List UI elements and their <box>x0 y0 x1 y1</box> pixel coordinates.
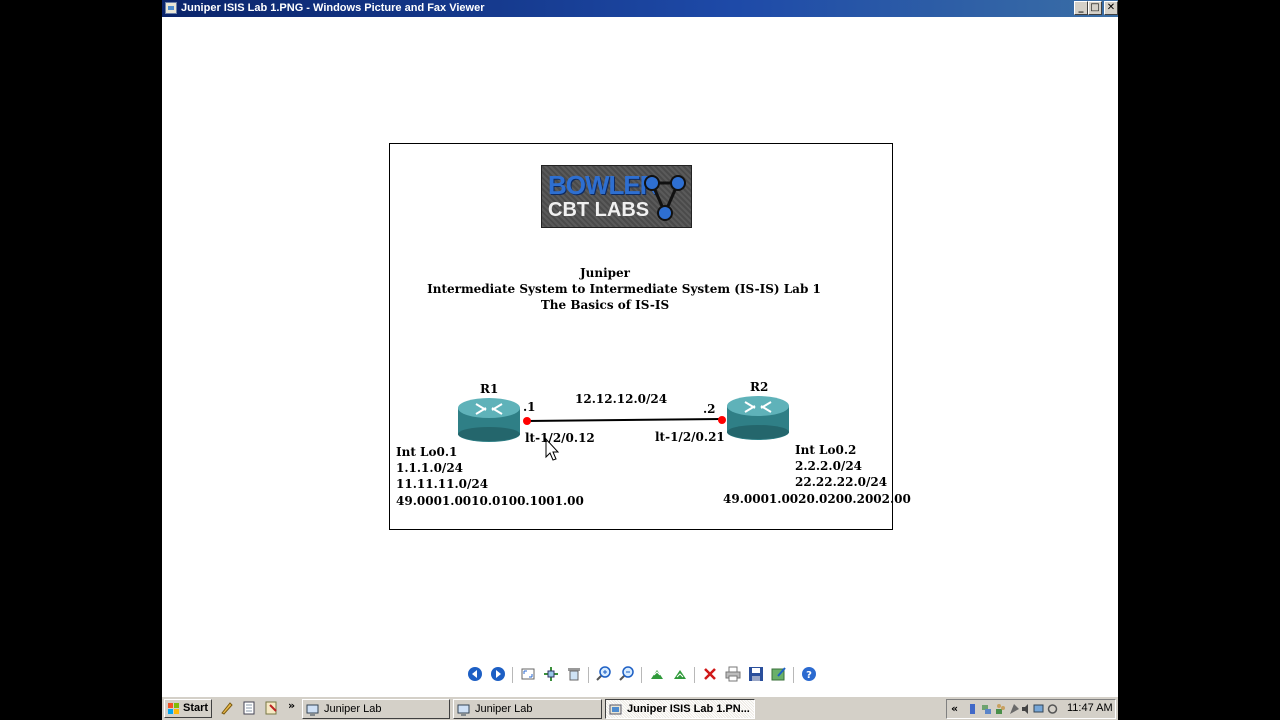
next-image-icon[interactable] <box>490 666 506 682</box>
r1-address-2: 11.11.11.0/24 <box>396 477 489 491</box>
save-icon[interactable] <box>748 666 764 682</box>
r1-host-id: .1 <box>523 400 536 414</box>
r1-name: R1 <box>480 382 499 396</box>
r1-interface-label: lt-1/2/0.12 <box>525 431 595 445</box>
r2-net-address: 49.0001.0020.0200.2002.00 <box>723 492 911 506</box>
tray-volume-icon[interactable] <box>1021 703 1032 715</box>
edit-icon[interactable] <box>771 666 787 682</box>
windows-logo-icon <box>168 703 179 714</box>
r2-interface-label: lt-1/2/0.21 <box>655 430 725 444</box>
rotate-counterclockwise-icon[interactable] <box>672 666 688 682</box>
taskbar-clock[interactable]: 11:47 AM <box>1067 702 1113 714</box>
svg-text:?: ? <box>806 670 812 681</box>
r2-address-2: 22.22.22.0/24 <box>795 475 888 489</box>
taskbar-item-picture-viewer[interactable]: Juniper ISIS Lab 1.PN... <box>605 699 755 719</box>
r2-address-1: 2.2.2.0/24 <box>795 459 863 473</box>
start-button[interactable]: Start <box>164 699 212 718</box>
toolbar-separator <box>512 667 513 683</box>
quick-launch-wordpad-icon[interactable] <box>264 701 278 715</box>
best-fit-icon[interactable] <box>520 666 536 682</box>
window-title: Juniper ISIS Lab 1.PNG - Windows Picture… <box>181 2 485 14</box>
quick-launch-paint-icon[interactable] <box>220 701 234 715</box>
r2-name: R2 <box>750 380 769 394</box>
title-bar[interactable]: Juniper ISIS Lab 1.PNG - Windows Picture… <box>162 0 1118 17</box>
rotate-clockwise-icon[interactable] <box>649 666 665 682</box>
taskbar-item-label: Juniper Lab <box>324 703 382 715</box>
r1-address-1: 1.1.1.0/24 <box>396 461 464 475</box>
r2-loopback-label: Int Lo0.2 <box>795 443 857 457</box>
taskbar: Start » Juniper Lab Juniper Lab Juniper … <box>162 696 1118 720</box>
delete-icon[interactable] <box>702 666 718 682</box>
maximize-button[interactable]: □ <box>1088 1 1102 15</box>
tray-sync-icon[interactable] <box>1047 703 1058 715</box>
actual-size-icon[interactable] <box>543 666 559 682</box>
taskbar-item-label: Juniper ISIS Lab 1.PN... <box>627 703 750 715</box>
tray-shield-icon[interactable] <box>1009 703 1020 715</box>
system-tray: « 11:47 AM <box>946 699 1116 719</box>
tray-users-icon[interactable] <box>995 703 1006 715</box>
r2-host-id: .2 <box>703 402 716 416</box>
r1-loopback-label: Int Lo0.1 <box>396 445 458 459</box>
toolbar-separator <box>588 667 589 683</box>
router-r1-icon <box>458 398 520 442</box>
close-button[interactable]: ✕ <box>1104 1 1118 15</box>
taskbar-item-juniper-lab-1[interactable]: Juniper Lab <box>302 699 450 719</box>
zoom-in-icon[interactable] <box>596 666 612 682</box>
r1-interface-dot <box>523 417 531 425</box>
toolbar-separator <box>694 667 695 683</box>
picture-viewer-icon <box>609 704 622 715</box>
link-subnet: 12.12.12.0/24 <box>575 392 668 406</box>
minimize-button[interactable]: _ <box>1074 1 1088 15</box>
remote-desktop-icon <box>306 704 319 716</box>
help-icon[interactable]: ? <box>801 666 817 682</box>
r1-net-address: 49.0001.0010.0100.1001.00 <box>396 494 584 508</box>
previous-image-icon[interactable] <box>467 666 483 682</box>
taskbar-item-label: Juniper Lab <box>475 703 533 715</box>
tray-monitor-icon[interactable] <box>1033 703 1044 715</box>
start-label: Start <box>183 702 209 714</box>
picture-viewer-window: Juniper ISIS Lab 1.PNG - Windows Picture… <box>162 0 1118 720</box>
toolbar-separator <box>641 667 642 683</box>
slideshow-icon[interactable] <box>566 666 582 682</box>
tray-network-icon[interactable] <box>981 703 992 715</box>
picture-viewer-app-icon[interactable] <box>165 2 177 14</box>
toolbar-separator <box>793 667 794 683</box>
quick-launch-notepad-icon[interactable] <box>242 701 256 715</box>
taskbar-item-juniper-lab-2[interactable]: Juniper Lab <box>453 699 602 719</box>
image-viewport: BOWLER CBT LABS Juniper Intermediate Sys… <box>162 17 1118 662</box>
print-icon[interactable] <box>725 666 741 682</box>
router-r2-icon <box>727 396 789 440</box>
zoom-out-icon[interactable] <box>619 666 635 682</box>
tray-usb-icon[interactable] <box>967 703 978 715</box>
remote-desktop-icon <box>457 704 470 716</box>
r2-interface-dot <box>718 416 726 424</box>
tray-expand-button[interactable]: « <box>951 702 958 715</box>
quick-launch-overflow-button[interactable]: » <box>288 699 295 712</box>
lab-diagram-image: BOWLER CBT LABS Juniper Intermediate Sys… <box>389 143 911 530</box>
link-r1-r2 <box>526 418 723 422</box>
